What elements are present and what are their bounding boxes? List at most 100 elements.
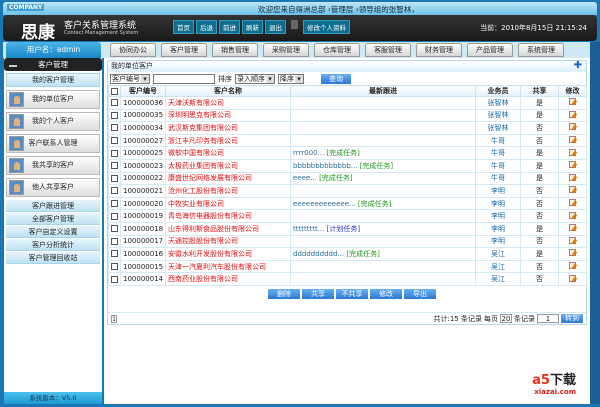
sort-field-select[interactable]: 录入顺序 xyxy=(235,73,275,84)
customer-name[interactable]: 青岛海信电器股份有限公司 xyxy=(165,209,291,223)
customer-name[interactable]: 西南药业股份有限公司 xyxy=(165,272,291,286)
followup-text[interactable]: ttttttttt... xyxy=(293,225,324,233)
home-button[interactable]: 首页 xyxy=(173,20,194,34)
salesperson[interactable]: 吴江 xyxy=(475,259,521,274)
customer-name[interactable]: 中牧实业有限公司 xyxy=(165,196,291,211)
refresh-button[interactable]: 刷新 xyxy=(242,20,263,34)
tab-6[interactable]: 财务管理 xyxy=(416,43,462,57)
customer-name[interactable]: 武汉斯克集团有限公司 xyxy=(165,121,291,135)
followup-status[interactable]: [完成任务] xyxy=(319,174,352,182)
edit-icon[interactable] xyxy=(569,224,576,232)
sidebar-subitem[interactable]: 他人共享客户 xyxy=(6,178,100,197)
followup-status[interactable]: [完成任务] xyxy=(360,162,393,170)
per-page-input[interactable]: 20 xyxy=(500,314,512,323)
forward-button[interactable]: 前进 xyxy=(219,20,240,34)
followup-text[interactable]: eeee... xyxy=(293,174,317,182)
action-button-1[interactable]: 共享 xyxy=(302,288,334,299)
salesperson[interactable]: 张智林 xyxy=(475,108,521,123)
customer-name[interactable]: 微软中国有限公司 xyxy=(165,146,291,160)
goto-button[interactable]: 转到 xyxy=(561,314,583,323)
row-checkbox[interactable] xyxy=(111,174,118,182)
customer-name[interactable]: 山东得利斯食品股份有限公司 xyxy=(165,221,291,236)
customer-name[interactable]: 深圳明思克有限公司 xyxy=(165,108,291,123)
row-checkbox[interactable] xyxy=(111,212,118,220)
action-button-0[interactable]: 删除 xyxy=(268,288,300,299)
logout-button[interactable]: 退出 xyxy=(265,20,286,34)
salesperson[interactable]: 李明 xyxy=(475,209,521,223)
customer-name[interactable]: 太极药业集团有限公司 xyxy=(165,158,291,173)
customer-name[interactable]: 天津沃斯有限公司 xyxy=(165,96,291,110)
salesperson[interactable]: 李明 xyxy=(475,221,521,236)
search-input[interactable] xyxy=(153,73,215,84)
row-checkbox[interactable] xyxy=(111,137,118,145)
tab-0[interactable]: 协同办公 xyxy=(110,43,156,57)
sidebar-item[interactable]: 客户管理回收站 xyxy=(6,252,100,264)
row-checkbox[interactable] xyxy=(111,162,118,170)
sidebar-subitem[interactable]: 我的个人客户 xyxy=(6,112,100,131)
select-all-checkbox[interactable] xyxy=(111,87,118,95)
tab-4[interactable]: 仓库管理 xyxy=(314,43,360,57)
tab-1[interactable]: 客户管理 xyxy=(161,43,207,57)
action-button-3[interactable]: 修改 xyxy=(370,288,402,299)
edit-icon[interactable] xyxy=(569,98,576,106)
tab-8[interactable]: 系统管理 xyxy=(518,43,564,57)
followup-status[interactable]: [完成任务] xyxy=(326,149,359,157)
back-button[interactable]: 后退 xyxy=(196,20,217,34)
query-button[interactable]: 查询 xyxy=(321,73,351,84)
salesperson[interactable]: 李明 xyxy=(475,234,521,249)
row-checkbox[interactable] xyxy=(111,225,118,233)
salesperson[interactable]: 张智林 xyxy=(475,96,521,110)
salesperson[interactable]: 牛哥 xyxy=(475,171,521,186)
edit-icon[interactable] xyxy=(569,262,576,270)
goto-page-input[interactable]: 1 xyxy=(537,314,559,323)
row-checkbox[interactable] xyxy=(111,263,118,271)
customer-name[interactable]: 安徽水利开发股份有限公司 xyxy=(165,247,291,261)
followup-status[interactable]: [完成任务] xyxy=(358,200,391,208)
add-icon[interactable]: ✚ xyxy=(574,60,582,71)
tab-7[interactable]: 产品管理 xyxy=(467,43,513,57)
row-checkbox[interactable] xyxy=(111,200,118,208)
sidebar-item[interactable]: 客户自定义设置 xyxy=(6,226,100,238)
row-checkbox[interactable] xyxy=(111,237,118,245)
customer-name[interactable]: 浙江丰凡印务有限公司 xyxy=(165,133,291,148)
edit-profile-button[interactable]: 修改个人资料 xyxy=(303,20,350,34)
row-checkbox[interactable] xyxy=(111,149,118,157)
sidebar-item[interactable]: 客户跟进管理 xyxy=(6,200,100,212)
edit-icon[interactable] xyxy=(569,173,576,181)
row-checkbox[interactable] xyxy=(111,111,118,119)
followup-text[interactable]: eeeeeeeeeeeee... xyxy=(293,200,356,208)
action-button-4[interactable]: 导出 xyxy=(404,288,436,299)
edit-icon[interactable] xyxy=(569,161,576,169)
row-checkbox[interactable] xyxy=(111,99,118,107)
page-number[interactable]: 1 xyxy=(111,315,117,323)
sidebar-subitem[interactable]: 客户联系人管理 xyxy=(6,134,100,153)
sidebar-subitem[interactable]: 我的单位客户 xyxy=(6,90,100,109)
sidebar-item[interactable]: 客户分析统计 xyxy=(6,239,100,251)
row-checkbox[interactable] xyxy=(111,250,118,258)
followup-text[interactable]: rrrr000... xyxy=(293,149,324,157)
customer-name[interactable]: 康盛世纪网络发展有限公司 xyxy=(165,171,291,186)
edit-icon[interactable] xyxy=(569,249,576,257)
customer-name[interactable]: 天津一汽夏利汽车股份有限公司 xyxy=(165,259,291,274)
filter-field-select[interactable]: 客户编号 xyxy=(110,73,150,84)
salesperson[interactable]: 牛哥 xyxy=(475,146,521,160)
salesperson[interactable]: 牛哥 xyxy=(475,158,521,173)
salesperson[interactable]: 牛哥 xyxy=(475,133,521,148)
salesperson[interactable]: 张智林 xyxy=(475,121,521,135)
edit-icon[interactable] xyxy=(569,274,576,282)
salesperson[interactable]: 李明 xyxy=(475,196,521,211)
edit-icon[interactable] xyxy=(569,110,576,118)
sidebar-item[interactable]: 全部客户管理 xyxy=(6,213,100,225)
sort-order-select[interactable]: 降序 xyxy=(278,73,304,84)
tab-5[interactable]: 客服管理 xyxy=(365,43,411,57)
customer-name[interactable]: 天通控股股份有限公司 xyxy=(165,234,291,249)
edit-icon[interactable] xyxy=(569,211,576,219)
tab-3[interactable]: 采购管理 xyxy=(263,43,309,57)
row-checkbox[interactable] xyxy=(111,187,118,195)
salesperson[interactable]: 李明 xyxy=(475,184,521,198)
followup-status[interactable]: [完成任务] xyxy=(346,250,379,258)
edit-icon[interactable] xyxy=(569,148,576,156)
edit-icon[interactable] xyxy=(569,123,576,131)
row-checkbox[interactable] xyxy=(111,124,118,132)
action-button-2[interactable]: 不共享 xyxy=(336,288,368,299)
